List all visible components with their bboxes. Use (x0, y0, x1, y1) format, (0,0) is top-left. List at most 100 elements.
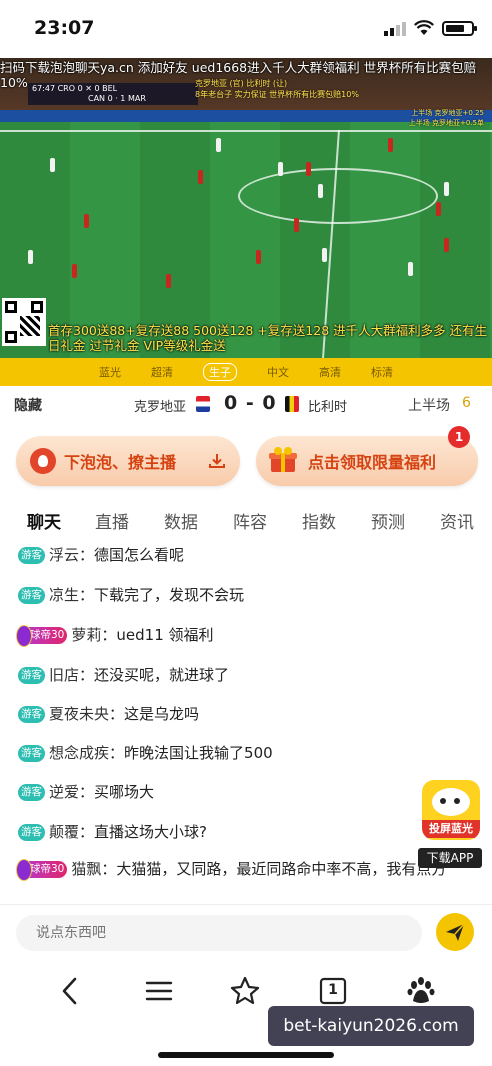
player (216, 138, 221, 152)
chat-text: 大猫猫，又同路，最近同路命中率不高，我有点方 (116, 860, 447, 878)
gift-box-icon (269, 447, 297, 472)
claim-bonus-banner-button[interactable]: 点击领取限量福利 (256, 436, 478, 486)
user-level-badge: 游客 (18, 587, 45, 604)
list-item: 球帝30 猫飘：大猫猫，又同路，最近同路命中率不高，我有点方 (15, 858, 468, 881)
chat-app-banner-button[interactable]: 下泡泡、撩主播 (16, 436, 240, 486)
chat-list[interactable]: 游客 浮云：德国怎么看呢 游客 凉生：下载完了，发现不会玩 球帝30 萝莉：ued11… (0, 538, 492, 900)
chat-text: 直播这场大小球? (94, 823, 207, 841)
menu-icon[interactable] (142, 974, 176, 1008)
croatia-flag-icon (196, 396, 210, 412)
chat-username[interactable]: 颠覆 (49, 823, 79, 841)
player (408, 262, 413, 276)
home-indicator[interactable] (158, 1052, 334, 1058)
quality-option-hd[interactable]: 高清 (319, 364, 341, 380)
player (166, 274, 171, 288)
chat-username[interactable]: 想念成疾 (49, 744, 109, 762)
tab-live[interactable]: 直播 (95, 508, 129, 533)
list-item: 游客 颠覆：直播这场大小球? (18, 821, 207, 842)
chat-text: 德国怎么看呢 (94, 546, 185, 564)
chat-text: 下载完了，发现不会玩 (94, 586, 245, 604)
baidu-paw-icon[interactable] (404, 974, 438, 1008)
match-minute: 6 (462, 395, 471, 411)
quality-option-bluray[interactable]: 蓝光 (99, 364, 121, 380)
send-icon (446, 923, 465, 941)
wifi-icon (414, 20, 434, 35)
chat-username[interactable]: 逆爱 (49, 783, 79, 801)
quality-option-chinese[interactable]: 中文 (267, 364, 289, 380)
center-circle (238, 168, 438, 224)
user-level-badge: 球帝30 (15, 625, 68, 647)
player (444, 238, 449, 252)
tab-chat[interactable]: 聊天 (27, 508, 61, 533)
overlay-bonus-text: 首存300送88+复存送88 500送128 +复存送128 进千人大群福利多多… (48, 323, 488, 353)
tabs-button[interactable]: 1 (316, 974, 350, 1008)
chat-text: ued11 领福利 (116, 626, 214, 644)
user-level-badge: 游客 (18, 784, 45, 801)
tab-data[interactable]: 数据 (164, 508, 198, 533)
chat-text: 买哪场大 (94, 783, 155, 801)
match-period: 上半场 (408, 398, 450, 414)
list-item: 游客 凉生：下载完了，发现不会玩 (18, 584, 244, 605)
player (444, 182, 449, 196)
user-level-badge: 球帝30 (15, 859, 68, 881)
chat-username[interactable]: 猫飘 (71, 860, 101, 878)
dog-mascot-icon (432, 788, 470, 816)
tab-news[interactable]: 资讯 (440, 508, 474, 533)
player (84, 214, 89, 228)
bubble-icon (30, 448, 56, 474)
tab-odds[interactable]: 指数 (302, 508, 336, 533)
quality-selector: 蓝光 超清 生子 中文 高清 标清 (0, 358, 492, 386)
chat-username[interactable]: 夏夜未央 (49, 705, 109, 723)
player (72, 264, 77, 278)
player (318, 184, 323, 198)
chat-text: 还没买呢，就进球了 (94, 666, 230, 684)
status-time: 23:07 (34, 17, 95, 39)
away-team-name: 比利时 (308, 400, 348, 415)
tab-lineup[interactable]: 阵容 (233, 508, 267, 533)
bookmark-star-icon[interactable] (228, 974, 262, 1008)
watermark: bet-kaiyun2026.com (268, 1006, 474, 1046)
user-level-badge: 游客 (18, 667, 45, 684)
quality-option-sd[interactable]: 标清 (371, 364, 393, 380)
chat-input[interactable] (16, 915, 422, 951)
player (294, 218, 299, 232)
app-logo[interactable]: 投屏蓝光 (422, 780, 480, 840)
quality-option-ultra[interactable]: 超清 (151, 364, 173, 380)
status-bar: 23:07 (0, 0, 492, 58)
chat-text: 昨晚法国让我输了500 (124, 744, 273, 762)
list-item: 球帝30 萝莉：ued11 领福利 (15, 624, 214, 647)
list-item: 游客 想念成疾：昨晚法国让我输了500 (18, 742, 273, 763)
match-score: 0 - 0 (224, 392, 277, 414)
list-item: 游客 浮云：德国怎么看呢 (18, 544, 184, 565)
user-level-badge: 游客 (18, 547, 45, 564)
pitch-sideline (0, 130, 492, 132)
download-icon (209, 454, 225, 468)
qr-code (2, 298, 46, 346)
chat-username[interactable]: 萝莉 (71, 626, 101, 644)
home-team-name: 克罗地亚 (134, 400, 187, 415)
chat-username[interactable]: 凉生 (49, 586, 79, 604)
list-item: 游客 逆爱：买哪场大 (18, 781, 154, 802)
player (50, 158, 55, 172)
belgium-flag-icon (285, 396, 299, 412)
player (28, 250, 33, 264)
tab-prediction[interactable]: 预测 (371, 508, 405, 533)
battery-icon (442, 21, 477, 36)
back-icon[interactable] (54, 974, 88, 1008)
chat-username[interactable]: 旧店 (49, 666, 79, 684)
chat-username[interactable]: 浮云 (49, 546, 79, 564)
player (322, 248, 327, 262)
video-player[interactable]: 扫码下载泡泡聊天ya.cn 添加好友 ued1668进入千人大群领福利 世界杯所… (0, 58, 492, 358)
player (278, 162, 283, 176)
quality-option-selected[interactable]: 生子 (203, 363, 237, 381)
player (306, 162, 311, 176)
send-button[interactable] (436, 913, 474, 951)
list-item: 游客 旧店：还没买呢，就进球了 (18, 664, 229, 685)
overlay-odds-note: 上半场 克罗地亚+0.25 上半场 克罗地亚+0.5单 (408, 109, 484, 127)
tab-count: 1 (328, 982, 338, 998)
hide-button[interactable]: 隐藏 (14, 395, 42, 415)
cellular-signal-icon (384, 22, 406, 36)
broadcast-scorebug: 67:47 CRO 0 ✕ 0 BEL CAN 0 · 1 MAR (28, 83, 198, 105)
download-app-label[interactable]: 下载APP (418, 848, 482, 868)
player (436, 202, 441, 216)
